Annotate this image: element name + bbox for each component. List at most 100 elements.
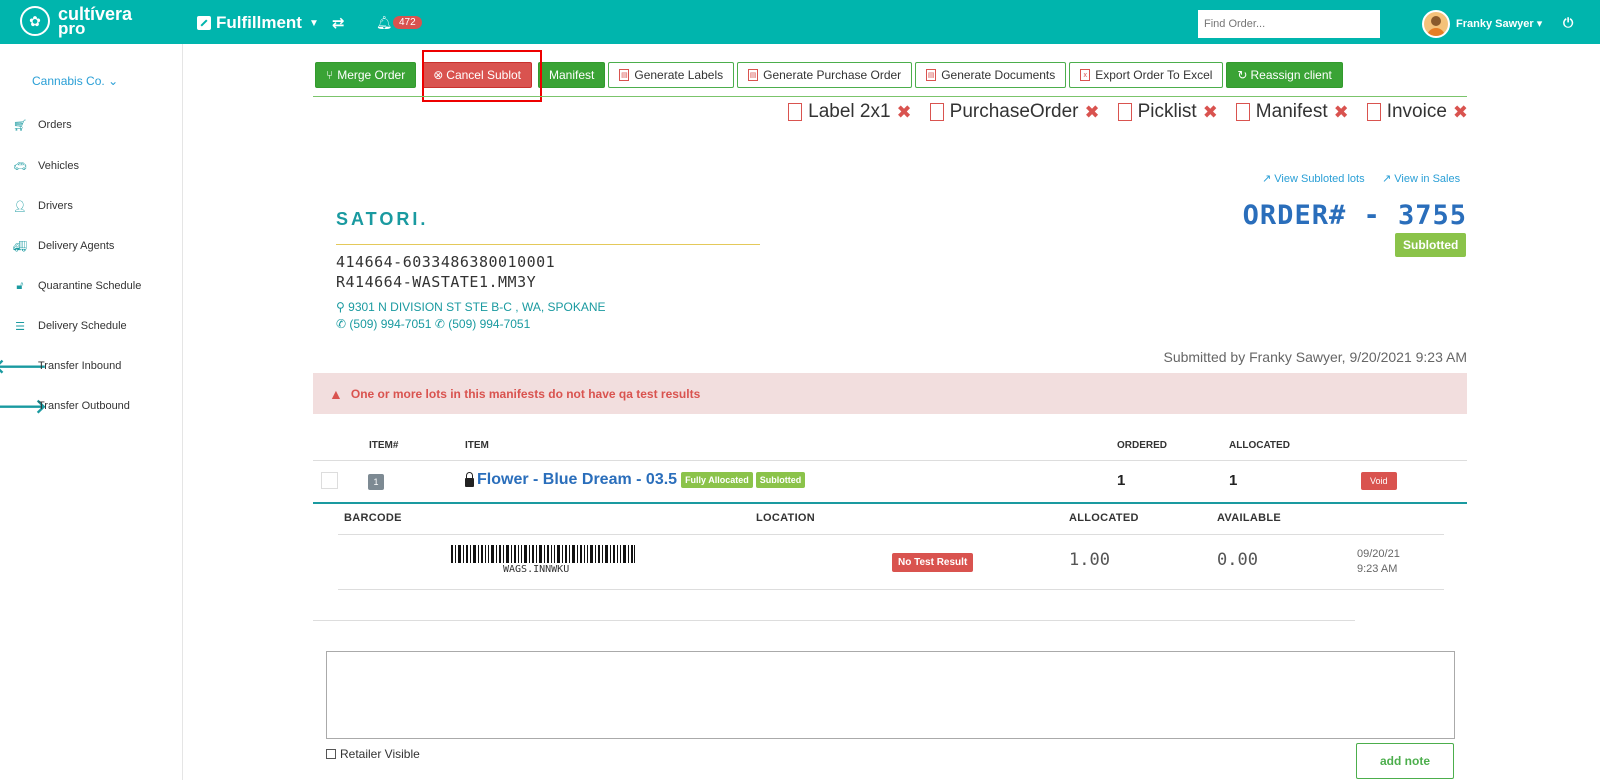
ordered-qty: 1 (1117, 472, 1126, 489)
remove-icon[interactable]: ✖ (1334, 102, 1349, 123)
item-row: Flower - Blue Dream - 03.5 Fully Allocat… (465, 471, 806, 489)
vendor-divider (336, 244, 760, 245)
client-name: Cannabis Co. (32, 74, 105, 88)
note-textarea[interactable] (326, 651, 1455, 739)
remove-icon[interactable]: ✖ (1084, 102, 1099, 123)
pdf-icon (1366, 103, 1381, 121)
module-dropdown[interactable]: Fulfillment ▼ (197, 13, 319, 33)
item-name-link[interactable]: Flower - Blue Dream - 03.5 (477, 471, 677, 489)
sidebar-item-delivery-agents[interactable]: 🚚︎ Delivery Agents (8, 236, 114, 256)
remove-icon[interactable]: ✖ (897, 102, 912, 123)
reassign-client-button[interactable]: ↻ Reassign client (1226, 62, 1343, 88)
notification-badge[interactable]: 472 (393, 16, 422, 29)
phone-icon: ✆ (434, 317, 445, 331)
find-order-input[interactable] (1198, 10, 1380, 38)
vendor-phones: ✆ (509) 994-7051 ✆ (509) 994-7051 (336, 317, 530, 331)
sidebar-item-label: Delivery Schedule (38, 320, 127, 332)
header-divider (313, 460, 1467, 461)
sidebar-item-transfer-inbound[interactable]: 🡐 Transfer Inbound (0, 355, 121, 378)
generate-purchase-order-label: Generate Purchase Order (763, 68, 902, 82)
manifest-button[interactable]: Manifest (538, 62, 606, 88)
list-icon: ☰ (15, 320, 25, 333)
map-marker-icon: ⚲ (336, 300, 345, 314)
item-number-badge: 1 (368, 474, 384, 490)
user-menu[interactable]: Franky Sawyer ▾ (1456, 17, 1542, 30)
allocated-qty: 1 (1229, 472, 1238, 489)
generate-purchase-order-button[interactable]: ▤ Generate Purchase Order (737, 62, 913, 88)
merge-order-button[interactable]: ⑂ Merge Order (315, 62, 417, 88)
sidebar-item-label: Quarantine Schedule (38, 280, 142, 292)
remove-icon[interactable]: ✖ (1453, 102, 1468, 123)
bell-icon[interactable]: 🔔︎ (376, 15, 393, 31)
lot-available-value: 0.00 (1217, 550, 1258, 570)
brand-logo[interactable]: ✿ cultívera pro (20, 5, 132, 37)
generate-documents-label: Generate Documents (941, 68, 1056, 82)
sidebar-item-label: Delivery Agents (38, 240, 115, 252)
sidebar-item-quarantine-schedule[interactable]: 🔓︎ Quarantine Schedule (8, 276, 141, 296)
generate-labels-button[interactable]: ▤ Generate Labels (608, 62, 735, 88)
sidebar-item-label: Drivers (38, 200, 73, 212)
lot-row-divider (338, 589, 1444, 590)
sidebar-item-label: Transfer Outbound (38, 400, 130, 412)
header-allocated: ALLOCATED (1229, 440, 1290, 451)
checkbox[interactable] (326, 749, 336, 759)
caret-down-icon: ▼ (308, 17, 319, 29)
header-item-number: ITEM# (369, 440, 399, 451)
pdf-icon (788, 103, 803, 121)
avatar[interactable] (1422, 10, 1450, 38)
pdf-icon: ▤ (748, 69, 759, 81)
doc-label-2x1[interactable]: Label 2x1 ✖ (788, 101, 912, 123)
phone-icon: ✆ (336, 317, 347, 331)
sidebar-item-vehicles[interactable]: 🚗︎ Vehicles (8, 156, 79, 176)
view-in-sales-link[interactable]: ↗ View in Sales (1382, 172, 1460, 185)
remove-icon[interactable]: ✖ (1203, 102, 1218, 123)
excel-icon: x (1080, 69, 1091, 81)
barcode-image (451, 545, 635, 563)
leaf-icon: ✿ (20, 6, 50, 36)
client-selector[interactable]: Cannabis Co. ⌄ (32, 74, 118, 88)
caret-down-icon: ▾ (1536, 18, 1543, 30)
header-available: AVAILABLE (1217, 512, 1282, 524)
warning-icon: ▲ (329, 385, 343, 402)
void-button[interactable]: Void (1361, 472, 1397, 490)
row-checkbox[interactable] (321, 472, 338, 489)
doc-label: Manifest (1255, 101, 1328, 122)
generate-documents-button[interactable]: ▤ Generate Documents (915, 62, 1067, 88)
doc-purchase-order[interactable]: PurchaseOrder ✖ (929, 101, 1100, 123)
power-icon[interactable]: ⏻ (1563, 15, 1573, 31)
sidebar-item-drivers[interactable]: 👤︎ Drivers (8, 196, 73, 216)
swap-icon[interactable]: ⇄ (332, 14, 345, 32)
arrow-right-icon: 🡒 (0, 395, 47, 418)
pdf-icon (929, 103, 944, 121)
retailer-visible-checkbox[interactable]: Retailer Visible (326, 747, 420, 761)
sublotted-badge: Sublotted (755, 472, 806, 488)
lot-date: 09/20/21 (1357, 548, 1400, 560)
sidebar-item-delivery-schedule[interactable]: ☰ Delivery Schedule (8, 316, 127, 336)
lot-timestamp: 09/20/21 9:23 AM (1357, 547, 1400, 577)
sidebar-item-orders[interactable]: 🛒︎ Orders (8, 115, 72, 135)
car-icon: 🚗︎ (13, 160, 27, 173)
license-code: R414664-WASTATE1.MM3Y (336, 273, 537, 291)
arrow-left-icon: 🡐 (0, 355, 47, 378)
add-note-button[interactable]: add note (1356, 743, 1454, 779)
pdf-icon (1235, 103, 1250, 121)
pdf-icon: ▤ (926, 69, 937, 81)
view-sublotted-label: View Subloted lots (1274, 173, 1365, 185)
doc-invoice[interactable]: Invoice ✖ (1366, 101, 1468, 123)
sidebar-item-transfer-outbound[interactable]: 🡒 Transfer Outbound (0, 395, 130, 418)
top-navbar: ✿ cultívera pro Fulfillment ▼ ⇄ 🔔︎ 472 F… (0, 0, 1600, 44)
view-sublotted-link[interactable]: ↗ View Subloted lots (1262, 172, 1365, 185)
section-divider (313, 620, 1355, 621)
fully-allocated-badge: Fully Allocated (681, 472, 753, 488)
lot-allocated-value: 1.00 (1069, 550, 1110, 570)
export-excel-button[interactable]: x Export Order To Excel (1069, 62, 1224, 88)
doc-picklist[interactable]: Picklist ✖ (1117, 101, 1218, 123)
export-excel-label: Export Order To Excel (1095, 68, 1213, 82)
header-ordered: ORDERED (1117, 440, 1168, 451)
barcode-text: WAGS.INNWKU (503, 564, 570, 575)
header-lot-allocated: ALLOCATED (1069, 512, 1139, 524)
doc-manifest[interactable]: Manifest ✖ (1235, 101, 1349, 123)
alert-text: One or more lots in this manifests do no… (350, 386, 701, 401)
highlight-annotation (422, 50, 542, 102)
doc-label: PurchaseOrder (949, 101, 1079, 122)
